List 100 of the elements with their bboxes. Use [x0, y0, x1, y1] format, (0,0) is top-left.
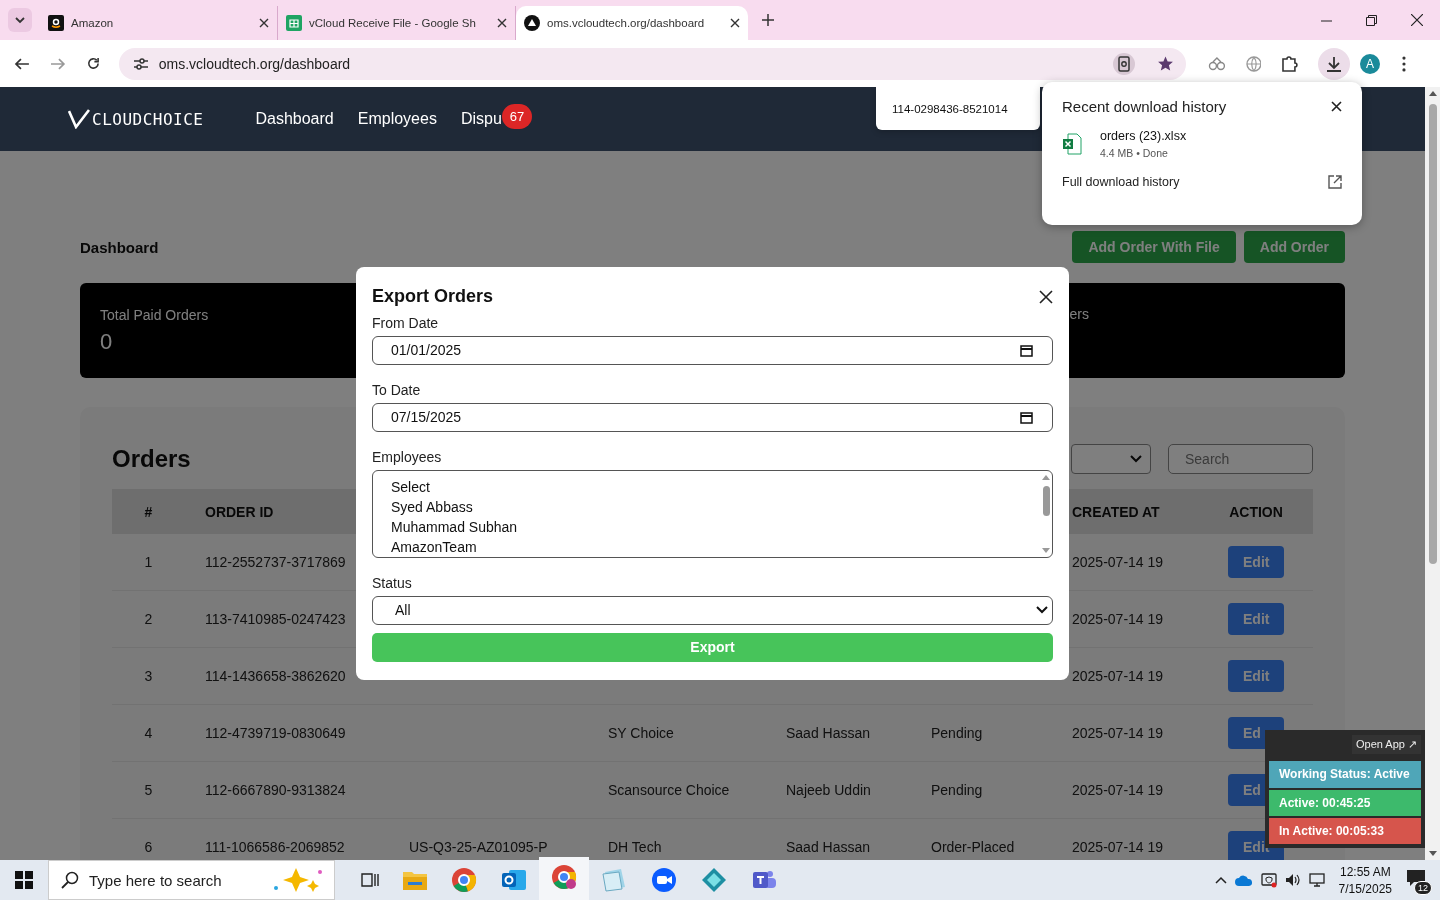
list-option[interactable]: Select [391, 476, 1040, 497]
address-bar[interactable]: oms.vcloudtech.org/dashboard [118, 47, 1186, 80]
folder-icon[interactable] [403, 870, 427, 890]
puzzle-icon[interactable] [1281, 55, 1299, 72]
close-icon[interactable] [1331, 101, 1342, 112]
scrollbar-thumb[interactable] [1428, 104, 1437, 564]
chevron-down-icon [14, 14, 26, 26]
globe-icon[interactable] [1245, 55, 1262, 72]
filter-dropdown[interactable] [1071, 444, 1151, 474]
spreadsheet-favicon-icon [286, 15, 302, 31]
history-link[interactable]: Full download history [1062, 175, 1180, 189]
taskbar-search-field[interactable]: Type here to search [48, 860, 335, 900]
status-dropdown[interactable]: All [372, 595, 1053, 625]
triangle-favicon-icon [524, 15, 540, 31]
stat-label: Total Paid Orders [100, 306, 209, 323]
list-option[interactable]: AmazonTeam [391, 536, 1040, 557]
employee-listbox[interactable]: Select Syed Abbass Muhammad Subhan AmazonTeam [372, 469, 1053, 558]
video-call-icon[interactable] [651, 867, 677, 893]
table-cell: Scansource Choice [608, 782, 730, 798]
count-badge: 67 [501, 103, 533, 129]
table-cell: 2025-07-14 19 [1072, 611, 1164, 627]
stat-label: ers [1069, 305, 1089, 322]
download-button[interactable] [1318, 47, 1351, 80]
arrow-up-icon[interactable] [1042, 474, 1050, 480]
close-icon[interactable] [730, 18, 740, 28]
search-icon [61, 871, 79, 889]
table-cell: US-Q3-25-AZ01095-P [409, 839, 548, 855]
notification-icon[interactable] [1406, 869, 1426, 887]
table-cell: DH Tech [608, 839, 662, 855]
browser-icon[interactable] [551, 864, 577, 890]
table-cell: 2 [144, 611, 153, 627]
arrow-down-icon[interactable] [1428, 851, 1437, 856]
open-app-link[interactable]: Open App ↗ [1352, 735, 1421, 755]
security-icon[interactable] [1260, 872, 1277, 888]
table-cell: 112-6667890-9313824 [205, 782, 346, 798]
table-cell: SY Choice [608, 725, 674, 741]
speaker-icon[interactable] [1284, 873, 1301, 887]
menu-icon[interactable] [1402, 55, 1406, 72]
extension-icon[interactable] [1207, 56, 1226, 71]
list-option[interactable]: Syed Abbass [391, 496, 1040, 517]
chevron-up-icon[interactable] [1214, 876, 1227, 884]
clock-date[interactable]: 7/15/2025 [1338, 881, 1392, 896]
profile-avatar[interactable]: A [1360, 53, 1380, 74]
restore-icon[interactable] [1366, 14, 1377, 26]
task-view-icon[interactable] [361, 872, 379, 888]
star-icon[interactable] [1156, 55, 1174, 72]
brand-logo[interactable]: CLOUDCHOICE [68, 109, 204, 129]
cloud-icon[interactable] [1234, 874, 1253, 886]
page-search-icon[interactable] [1112, 52, 1135, 75]
column-header: # [143, 503, 154, 520]
browser-tab[interactable]: oms.vcloudtech.org/dashboard [516, 6, 748, 40]
windows-start-icon[interactable] [15, 871, 33, 889]
new-tab-icon[interactable] [762, 14, 774, 26]
nav-link[interactable]: Dispu [460, 110, 502, 128]
diamond-icon[interactable] [701, 867, 727, 893]
nav-link[interactable]: Dashboard [255, 110, 334, 128]
date-field[interactable]: 07/15/2025 [372, 402, 1053, 432]
chevron-down-icon [1036, 606, 1048, 615]
table-cell: 112-2552737-3717869 [205, 554, 346, 570]
mail-icon[interactable] [501, 868, 527, 892]
clock-time[interactable]: 12:55 AM [1339, 864, 1391, 879]
table-cell: 6 [144, 839, 153, 855]
close-icon[interactable] [1411, 14, 1423, 26]
table-cell: Pending [931, 725, 983, 741]
close-icon[interactable] [497, 18, 507, 28]
close-icon[interactable] [259, 18, 269, 28]
calendar-icon[interactable] [1020, 343, 1033, 357]
amazon-favicon-icon [48, 15, 64, 31]
table-cell: Saad Hassan [786, 839, 871, 855]
table-cell: 3 [144, 668, 153, 684]
chevron-down-icon [1130, 455, 1142, 463]
status-bar: Active: 00:45:25 [1269, 789, 1421, 816]
field-label: Employees [372, 448, 443, 465]
status-bar: In Active: 00:05:33 [1269, 817, 1421, 844]
forward-icon[interactable] [49, 55, 66, 72]
field-label: Status [372, 574, 413, 591]
arrow-up-icon[interactable] [1428, 91, 1437, 96]
nav-link[interactable]: Employees [357, 110, 437, 128]
network-icon[interactable] [1308, 873, 1325, 887]
close-icon[interactable] [1039, 289, 1053, 304]
file-name[interactable]: orders (23).xlsx [1100, 129, 1187, 143]
tab-search-button[interactable] [8, 8, 32, 32]
table-cell: Pending [931, 782, 983, 798]
notification-count: 12 [1414, 881, 1432, 895]
arrow-down-icon[interactable] [1042, 547, 1050, 553]
scrollbar[interactable] [1425, 87, 1440, 860]
site-settings-icon[interactable] [132, 56, 149, 71]
list-option[interactable]: Muhammad Subhan [391, 516, 1040, 537]
external-link-icon[interactable] [1328, 175, 1342, 189]
table-cell: 112-4739719-0830649 [205, 725, 346, 741]
search-field[interactable]: Search [1168, 444, 1313, 474]
spreadsheet-file-icon [1062, 133, 1082, 155]
table-cell: 111-1066586-2069852 [205, 839, 345, 855]
date-field[interactable]: 01/01/2025 [372, 335, 1053, 365]
table-cell: Order-Placed [931, 839, 1015, 855]
scrollbar-thumb[interactable] [1042, 485, 1050, 516]
reload-icon[interactable] [85, 56, 101, 71]
browser-icon[interactable] [451, 867, 477, 893]
calendar-icon[interactable] [1020, 410, 1033, 424]
status-bar: Working Status: Active [1269, 761, 1421, 788]
